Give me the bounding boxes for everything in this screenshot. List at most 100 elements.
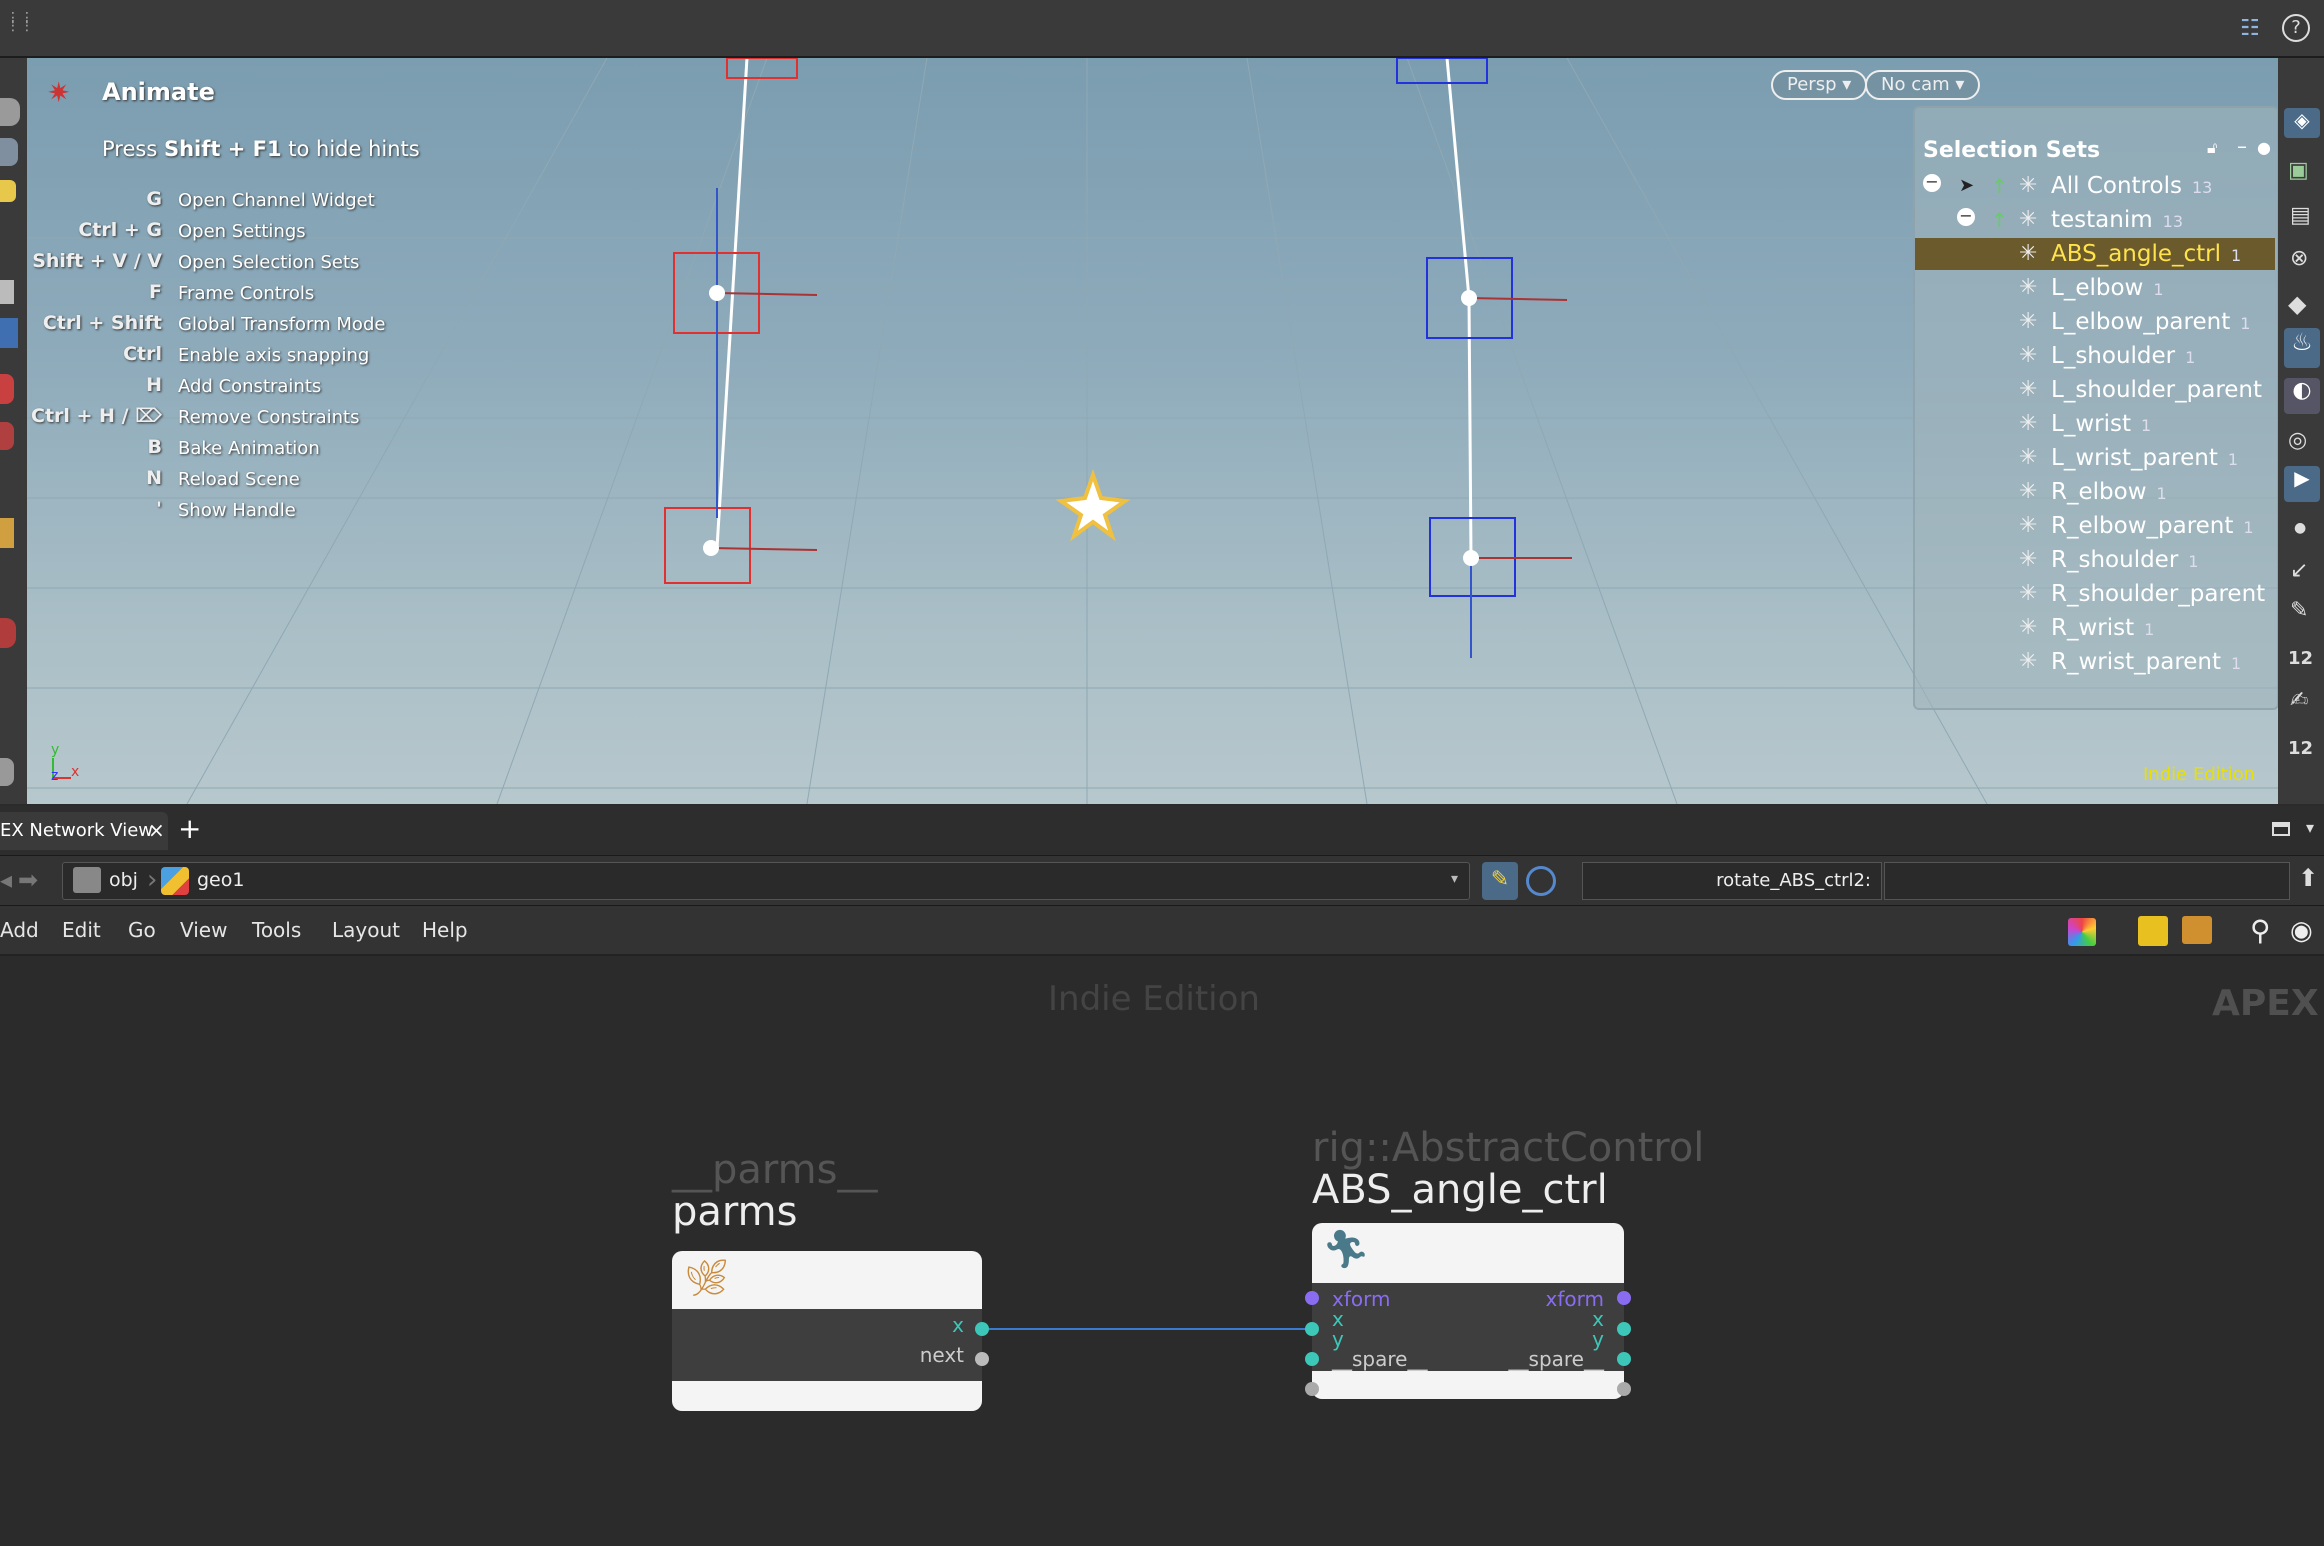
menu-view[interactable]: View [180, 918, 227, 942]
display-icon[interactable]: ▣ [2288, 158, 2309, 183]
selection-set-row[interactable]: ✳ L_wrist 1 [1915, 408, 2275, 440]
scene-viewport[interactable]: ✷ Animate Press Shift + F1 to hide hints… [27, 58, 2278, 804]
lock-view-icon[interactable]: ▤ [2290, 203, 2311, 228]
selection-set-row[interactable]: ✳ R_shoulder 1 [1915, 544, 2275, 576]
magnet-tool-icon[interactable] [0, 422, 14, 450]
promote-icon[interactable]: ↑ [1991, 204, 2008, 236]
selection-set-name: R_shoulder_parent [2051, 581, 2266, 607]
normal-icon[interactable]: ↙ [2290, 558, 2308, 583]
menu-help[interactable]: Help [422, 918, 468, 942]
selection-set-row[interactable]: ✳ ABS_angle_ctrl 1 [1915, 238, 2275, 270]
network-editor[interactable]: Indie Edition APEX __parms__ parms 🌿︎ x … [0, 957, 2324, 1546]
promote-icon[interactable]: ↑ [1991, 170, 2008, 202]
drag-handle-icon[interactable]: ⋮⋮ ⋮⋮ [6, 11, 34, 44]
hint-desc: Frame Controls [178, 283, 315, 304]
pin-network-icon[interactable]: ✎ [1482, 862, 1518, 900]
network-box-icon[interactable] [2182, 916, 2212, 944]
collapse-icon[interactable]: − [1957, 208, 1975, 226]
light-icon[interactable]: ♨ [2284, 328, 2320, 368]
selection-set-row[interactable]: ✳ L_shoulder 1 [1915, 340, 2275, 372]
pane-menu-icon[interactable]: ▾ [2306, 818, 2314, 837]
selection-set-label: ABS_angle_ctrl 1 [2051, 238, 2241, 272]
top-toolbar: ⋮⋮ ⋮⋮ ☷ ? [0, 0, 2324, 58]
parms-node[interactable]: 🌿︎ x next [672, 1251, 982, 1411]
selection-set-row[interactable]: ✳ R_wrist_parent 1 [1915, 646, 2275, 678]
path-node[interactable]: geo1 [197, 869, 244, 891]
snap-tool-icon[interactable] [0, 618, 16, 648]
handle-tool-icon[interactable] [0, 518, 14, 548]
forward-arrow-icon[interactable]: ➡ [18, 866, 38, 894]
color-palette-icon[interactable] [2068, 918, 2096, 946]
camera-button[interactable]: No cam ▾ [1865, 70, 1981, 100]
close-tab-icon[interactable]: × [148, 818, 165, 842]
menu-layout[interactable]: Layout [332, 918, 400, 942]
sticky-note-icon[interactable] [2138, 916, 2168, 946]
back-arrow-icon[interactable]: ◂ [0, 866, 12, 894]
selection-set-row[interactable]: − ↑ ✳ testanim 13 [1915, 204, 2275, 236]
selection-set-row[interactable]: ✳ R_shoulder_parent [1915, 578, 2275, 610]
help-icon[interactable]: ? [2282, 14, 2310, 42]
up-arrow-icon[interactable]: ⬆ [2298, 864, 2318, 892]
path-root[interactable]: obj [109, 869, 138, 891]
pin-set-icon[interactable]: ➤ [1959, 170, 1974, 202]
selection-set-row[interactable]: ✳ R_wrist 1 [1915, 612, 2275, 644]
persp-button[interactable]: Persp ▾ [1771, 70, 1868, 100]
add-tab-button[interactable]: + [178, 812, 201, 845]
control-output-x-port[interactable] [1617, 1322, 1631, 1336]
camera-view-icon[interactable]: ◎ [2288, 428, 2307, 453]
parms-output-next-port[interactable] [975, 1352, 989, 1366]
selection-set-row[interactable]: ✳ L_elbow 1 [1915, 272, 2275, 304]
move-tool-icon[interactable] [0, 138, 18, 166]
lock-icon[interactable]: 🔓︎ [2207, 138, 2217, 158]
target-icon[interactable] [1526, 866, 1556, 896]
selection-set-row[interactable]: ✳ R_elbow 1 [1915, 476, 2275, 508]
selection-set-row[interactable]: − ↑ ➤ ✳ All Controls 13 [1915, 170, 2275, 202]
control-node[interactable]: 🏃︎ xform x y __spare__ xform x y __spare… [1312, 1223, 1624, 1399]
path-bar: ◂ ➡ obj › geo1 ▾ ✎ rotate_ABS_ctrl2: ⬆ [0, 856, 2324, 906]
shading-icon[interactable]: ◐ [2284, 378, 2320, 414]
number-12b-icon[interactable]: 12 [2288, 738, 2313, 759]
control-input-xform-port[interactable] [1305, 1291, 1319, 1305]
control-input-y-port[interactable] [1305, 1352, 1319, 1366]
parms-output-x-port[interactable] [975, 1322, 989, 1336]
control-set-icon: ✳ [2019, 649, 2038, 674]
point-icon[interactable]: ● [2294, 520, 2306, 536]
control-input-x-port[interactable] [1305, 1322, 1319, 1336]
parm-value-field[interactable] [1884, 862, 2290, 900]
collapse-icon[interactable]: − [1923, 174, 1941, 192]
pin-icon[interactable]: ● [2257, 138, 2271, 157]
render-icon[interactable]: ▶ [2284, 466, 2320, 502]
control-output-xform-port[interactable] [1617, 1291, 1631, 1305]
snap-display-icon[interactable]: ◆ [2288, 290, 2306, 318]
path-dropdown-icon[interactable]: ▾ [1451, 871, 1458, 887]
layers-icon[interactable]: ◈ [2284, 108, 2320, 138]
network-view-tab[interactable]: EX Network View × [0, 812, 168, 850]
menu-add[interactable]: Add [0, 918, 39, 942]
minimize-icon[interactable]: – [2237, 134, 2247, 158]
selection-set-row[interactable]: ✳ R_elbow_parent 1 [1915, 510, 2275, 542]
pose-tool-icon[interactable] [0, 280, 14, 304]
brush-icon[interactable]: ✍ [2290, 688, 2308, 713]
selection-set-row[interactable]: ✳ L_wrist_parent 1 [1915, 442, 2275, 474]
selection-set-row[interactable]: ✳ L_shoulder_parent [1915, 374, 2275, 406]
number-12-icon[interactable]: 12 [2288, 648, 2313, 669]
menu-tools[interactable]: Tools [252, 918, 301, 942]
path-field[interactable]: obj › geo1 ▾ [62, 862, 1470, 900]
menu-edit[interactable]: Edit [62, 918, 101, 942]
search-icon[interactable]: ⚲ [2250, 914, 2271, 947]
control-output-spare-port[interactable] [1617, 1382, 1631, 1396]
control-input-spare-port[interactable] [1305, 1382, 1319, 1396]
lock-tool-icon[interactable] [0, 318, 18, 348]
select-tool-icon[interactable] [0, 98, 20, 126]
ghost-icon[interactable]: ⊗ [2290, 246, 2308, 271]
control-output-y-port[interactable] [1617, 1352, 1631, 1366]
pen-icon[interactable]: ✎ [2290, 598, 2308, 623]
view-tool-icon[interactable] [0, 758, 14, 786]
maximize-pane-icon[interactable] [2272, 822, 2290, 836]
layout-settings-icon[interactable]: ☷ [2240, 16, 2266, 42]
menu-go[interactable]: Go [128, 918, 156, 942]
visibility-icon[interactable]: ◉ [2290, 916, 2313, 946]
brush-tool-icon[interactable] [0, 180, 16, 202]
selection-set-row[interactable]: ✳ L_elbow_parent 1 [1915, 306, 2275, 338]
rig-tool-icon[interactable] [0, 374, 14, 404]
